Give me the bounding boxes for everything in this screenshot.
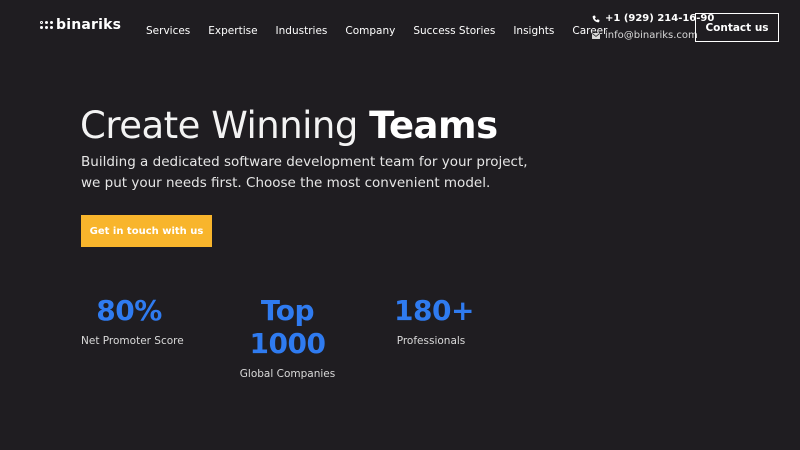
stat-professionals: 180+ Professionals — [394, 294, 474, 347]
stat-label: Global Companies — [239, 368, 336, 380]
logo-text: binariks — [56, 17, 122, 33]
get-in-touch-button[interactable]: Get in touch with us — [81, 215, 212, 247]
stat-value: Top 1000 — [249, 294, 326, 360]
email-address: info@binariks.com — [605, 30, 698, 41]
hero-subtitle: Building a dedicated software developmen… — [81, 154, 528, 191]
nav-item-insights[interactable]: Insights — [513, 25, 554, 37]
nav-item-expertise[interactable]: Expertise — [208, 25, 257, 37]
nav-item-success-stories[interactable]: Success Stories — [413, 25, 495, 37]
stat-value: 80% — [96, 294, 162, 327]
stat-global-companies: Top 1000 Global Companies — [222, 294, 353, 380]
hero-title: Create Winning Teams — [80, 104, 498, 147]
stat-label: Net Promoter Score — [81, 335, 184, 347]
hero-title-bold: Teams — [369, 104, 498, 147]
site-header: binariks Services Expertise Industries C… — [0, 0, 800, 56]
email-icon — [592, 32, 600, 39]
contact-us-button[interactable]: Contact us — [695, 13, 779, 42]
hero-title-light: Create Winning — [80, 104, 370, 147]
stat-nps: 80% Net Promoter Score — [81, 294, 184, 347]
stat-value: 180+ — [394, 294, 474, 327]
stat-label: Professionals — [396, 335, 466, 347]
nav-item-company[interactable]: Company — [345, 25, 395, 37]
logo-dots-icon — [40, 21, 53, 29]
phone-icon — [592, 15, 600, 22]
logo[interactable]: binariks — [40, 17, 121, 33]
main-nav: Services Expertise Industries Company Su… — [146, 21, 607, 39]
nav-item-services[interactable]: Services — [146, 25, 190, 37]
nav-item-industries[interactable]: Industries — [276, 25, 328, 37]
